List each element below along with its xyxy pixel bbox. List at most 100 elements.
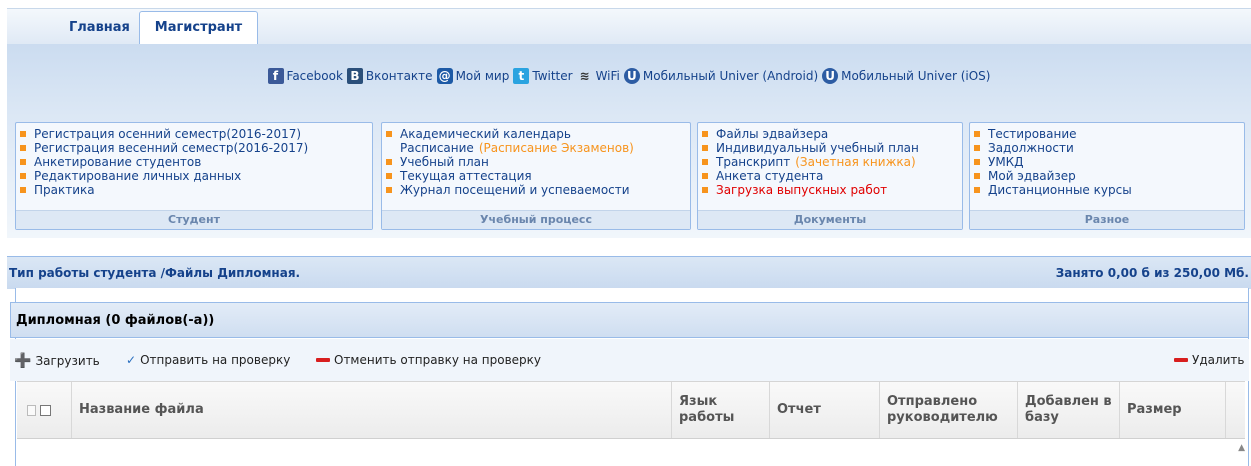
menu-item-label: Журнал посещений и успеваемости <box>400 183 630 197</box>
column-report-label: Отчет <box>777 402 821 417</box>
vkontakte-icon: B <box>346 68 363 84</box>
menu-item[interactable]: Текущая аттестация <box>386 169 690 183</box>
menu-item-label: Транскрипт <box>716 155 791 169</box>
menu-item[interactable]: Мой эдвайзер <box>974 169 1244 183</box>
tab-master[interactable]: Магистрант <box>139 11 258 45</box>
menu-item[interactable]: Академический календарь <box>386 127 690 141</box>
bullet-icon <box>386 173 392 179</box>
menu-item[interactable]: Дистанционные курсы <box>974 183 1244 197</box>
menu-group-footer: Учебный процесс <box>382 210 690 229</box>
bullet-icon <box>20 145 26 151</box>
menu-item[interactable]: Транскрипт (Зачетная книжка) <box>702 155 962 169</box>
wifi-icon: ≋ <box>579 69 590 83</box>
tab-home[interactable]: Главная <box>57 12 136 44</box>
column-report[interactable]: Отчет <box>770 382 880 438</box>
delete-button[interactable]: Удалить <box>1174 353 1245 367</box>
bullet-icon <box>386 187 392 193</box>
menu-item[interactable]: Редактирование личных данных <box>20 169 372 183</box>
bullet-icon <box>702 159 708 165</box>
menu-item[interactable]: Тестирование <box>974 127 1244 141</box>
social-link-label: Мобильный Univer (Android) <box>642 69 819 83</box>
check-icon: ✓ <box>126 353 137 367</box>
select-column <box>17 382 72 438</box>
menu-item[interactable]: Анкетирование студентов <box>20 155 372 169</box>
column-sent-label: Отправлено руководителю <box>887 394 998 425</box>
scroll-up-arrow[interactable]: ▲ <box>1238 443 1245 453</box>
twitter-icon: t <box>513 68 530 84</box>
social-link-label: Мобильный Univer (iOS) <box>841 69 991 83</box>
bullet-icon <box>20 131 26 137</box>
social-links-row: f Facebook B Вконтакте @ Мой мир t Twitter ≋ WiFi… <box>7 68 1251 84</box>
menu-item-label: Расписание <box>400 141 474 155</box>
moi-mir-icon: @ <box>436 68 453 84</box>
social-link-moi-mir[interactable]: @ Мой мир <box>436 68 510 84</box>
menu-item-label: Академический календарь <box>400 127 571 141</box>
storage-quota: Занято 0,00 б из 250,00 Мб. <box>1055 266 1249 280</box>
bullet-icon <box>974 131 980 137</box>
menu-group-3: Файлы эдвайзера Индивидуальный учебный пл… <box>697 122 963 230</box>
menu-item-label: Регистрация весенний семестр(2016-2017) <box>34 141 309 155</box>
menu-item[interactable]: Учебный план <box>386 155 690 169</box>
delete-minus-icon <box>1174 358 1188 362</box>
menu-item[interactable]: Индивидуальный учебный план <box>702 141 962 155</box>
menu-item[interactable]: Загрузка выпускных работ <box>702 183 962 197</box>
menu-item-label: Анкетирование студентов <box>34 155 202 169</box>
bullet-icon <box>20 187 26 193</box>
page-title: Тип работы студента /Файлы Дипломная. <box>9 266 301 280</box>
files-toolbar: ➕ Загрузить ✓ Отправить на проверку Отме… <box>10 339 1249 381</box>
menu-group-2: Академический календарь Расписание (Распис… <box>381 122 691 230</box>
upload-button[interactable]: ➕ Загрузить <box>14 353 100 369</box>
bullet-icon <box>386 131 392 137</box>
delete-label: Удалить <box>1192 353 1245 367</box>
column-language-label: Язык работы <box>679 394 735 425</box>
social-link-vkontakte[interactable]: B Вконтакте <box>346 68 433 84</box>
menu-item[interactable]: Практика <box>20 183 372 197</box>
menu-item-label: Учебный план <box>400 155 489 169</box>
menu-item[interactable]: Регистрация весенний семестр(2016-2017) <box>20 141 372 155</box>
menu-item-extra-link[interactable]: (Зачетная книжка) <box>795 155 915 169</box>
bullet-icon <box>974 173 980 179</box>
bullet-icon <box>702 187 708 193</box>
menu-item-label: УМКД <box>988 155 1024 169</box>
menu-item-label: Индивидуальный учебный план <box>716 141 919 155</box>
menu-item[interactable]: Задолжности <box>974 141 1244 155</box>
menu-item[interactable]: Анкета студента <box>702 169 962 183</box>
column-name-label: Название файла <box>79 402 204 417</box>
menu-item[interactable]: УМКД <box>974 155 1244 169</box>
column-name[interactable]: Название файла <box>72 382 672 438</box>
file-icon <box>27 404 36 416</box>
menu-item-extra-link[interactable]: (Расписание Экзаменов) <box>479 141 634 155</box>
main-header: Тип работы студента /Файлы Дипломная. За… <box>7 256 1251 289</box>
social-links-band: f Facebook B Вконтакте @ Мой мир t Twitter ≋ WiFi… <box>7 44 1251 112</box>
select-all-checkbox[interactable] <box>40 404 51 416</box>
menu-item[interactable]: Расписание (Расписание Экзаменов) <box>386 141 690 155</box>
bullet-icon <box>974 145 980 151</box>
column-added[interactable]: Добавлен в базу <box>1018 382 1120 438</box>
menu-group-footer: Студент <box>16 210 372 229</box>
social-link-twitter[interactable]: t Twitter <box>513 68 573 84</box>
facebook-icon: f <box>267 68 284 84</box>
column-language[interactable]: Язык работы <box>672 382 770 438</box>
menu-item[interactable]: Регистрация осенний семестр(2016-2017) <box>20 127 372 141</box>
cancel-review-button[interactable]: Отменить отправку на проверку <box>316 353 541 367</box>
menu-item[interactable]: Файлы эдвайзера <box>702 127 962 141</box>
files-grid-header: Название файла Язык работы Отчет Отправл… <box>17 381 1245 439</box>
bullet-icon <box>386 159 392 165</box>
send-label: Отправить на проверку <box>140 353 291 367</box>
bullet-icon <box>974 187 980 193</box>
menu-item-label: Тестирование <box>988 127 1077 141</box>
column-sent[interactable]: Отправлено руководителю <box>880 382 1018 438</box>
univer-ios-icon: U <box>822 68 839 84</box>
social-link-univer-ios[interactable]: U Мобильный Univer (iOS) <box>822 68 990 84</box>
social-link-univer-android[interactable]: U Мобильный Univer (Android) <box>623 68 819 84</box>
menu-item-label: Редактирование личных данных <box>34 169 242 183</box>
send-for-review-button[interactable]: ✓ Отправить на проверку <box>126 353 290 367</box>
social-link-facebook[interactable]: f Facebook <box>267 68 343 84</box>
bullet-icon <box>20 159 26 165</box>
social-link-wifi[interactable]: ≋ WiFi <box>577 68 620 84</box>
upload-label: Загрузить <box>35 354 100 368</box>
menu-item[interactable]: Журнал посещений и успеваемости <box>386 183 690 197</box>
menu-item-label: Дистанционные курсы <box>988 183 1132 197</box>
column-size[interactable]: Размер <box>1120 382 1226 438</box>
social-link-label: Мой мир <box>455 69 510 83</box>
